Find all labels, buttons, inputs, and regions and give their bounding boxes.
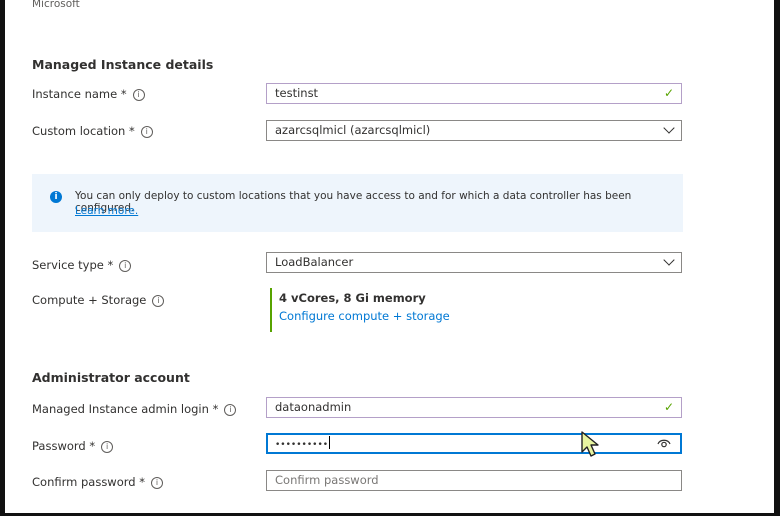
instance-name-label: Instance name * i [32, 87, 145, 101]
info-banner-text: You can only deploy to custom locations … [75, 190, 632, 214]
service-type-label-text: Service type * [32, 258, 114, 272]
custom-location-value: azarcsqlmicl (azarcsqlmicl) [275, 123, 431, 137]
eye-icon[interactable] [657, 436, 671, 455]
service-type-dropdown[interactable]: LoadBalancer [266, 252, 682, 273]
confirm-password-placeholder: Confirm password [275, 473, 379, 487]
custom-location-dropdown[interactable]: azarcsqlmicl (azarcsqlmicl) [266, 120, 682, 141]
mouse-pointer-icon [580, 430, 602, 462]
section-title-admin: Administrator account [32, 370, 190, 385]
chevron-down-icon [663, 254, 675, 266]
compute-storage-summary: 4 vCores, 8 Gi memory Configure compute … [270, 288, 450, 332]
custom-location-label: Custom location * i [32, 124, 153, 138]
password-input[interactable]: •••••••••• [266, 433, 682, 454]
compute-storage-label-text: Compute + Storage [32, 293, 147, 307]
confirm-password-label-text: Confirm password * [32, 475, 145, 489]
instance-name-value: testinst [275, 86, 319, 100]
checkmark-icon: ✓ [663, 86, 674, 100]
info-circle-icon[interactable]: i [140, 126, 153, 138]
info-circle-icon[interactable]: i [132, 89, 145, 101]
password-value: •••••••••• [275, 440, 329, 450]
section-title-details: Managed Instance details [32, 57, 214, 72]
info-circle-icon[interactable]: i [152, 295, 165, 307]
info-circle-icon[interactable]: i [101, 441, 114, 453]
info-circle-icon[interactable]: i [150, 477, 163, 489]
checkmark-icon: ✓ [663, 400, 674, 414]
info-circle-icon[interactable]: i [119, 260, 132, 272]
compute-storage-label: Compute + Storage i [32, 293, 165, 307]
compute-storage-value: 4 vCores, 8 Gi memory [279, 291, 426, 305]
confirm-password-label: Confirm password * i [32, 475, 163, 489]
learn-more-link[interactable]: Learn more. [75, 205, 138, 217]
text-caret [329, 436, 331, 449]
info-filled-icon: i [50, 191, 62, 203]
brand-label: Microsoft [32, 0, 80, 10]
portal-form-frame: Microsoft Managed Instance details Insta… [0, 0, 780, 516]
instance-name-input[interactable]: testinst ✓ [266, 83, 682, 104]
confirm-password-input[interactable]: Confirm password [266, 470, 682, 491]
custom-location-label-text: Custom location * [32, 124, 135, 138]
info-banner: i You can only deploy to custom location… [32, 174, 683, 232]
admin-login-input[interactable]: dataonadmin ✓ [266, 397, 682, 418]
password-label: Password * i [32, 439, 114, 453]
service-type-label: Service type * i [32, 258, 132, 272]
chevron-down-icon [663, 122, 675, 134]
info-circle-icon[interactable]: i [224, 404, 237, 416]
admin-login-label-text: Managed Instance admin login * [32, 402, 219, 416]
service-type-value: LoadBalancer [275, 255, 354, 269]
password-label-text: Password * [32, 439, 96, 453]
admin-login-label: Managed Instance admin login * i [32, 402, 237, 416]
configure-compute-link[interactable]: Configure compute + storage [279, 309, 450, 323]
admin-login-value: dataonadmin [275, 400, 352, 414]
instance-name-label-text: Instance name * [32, 87, 127, 101]
